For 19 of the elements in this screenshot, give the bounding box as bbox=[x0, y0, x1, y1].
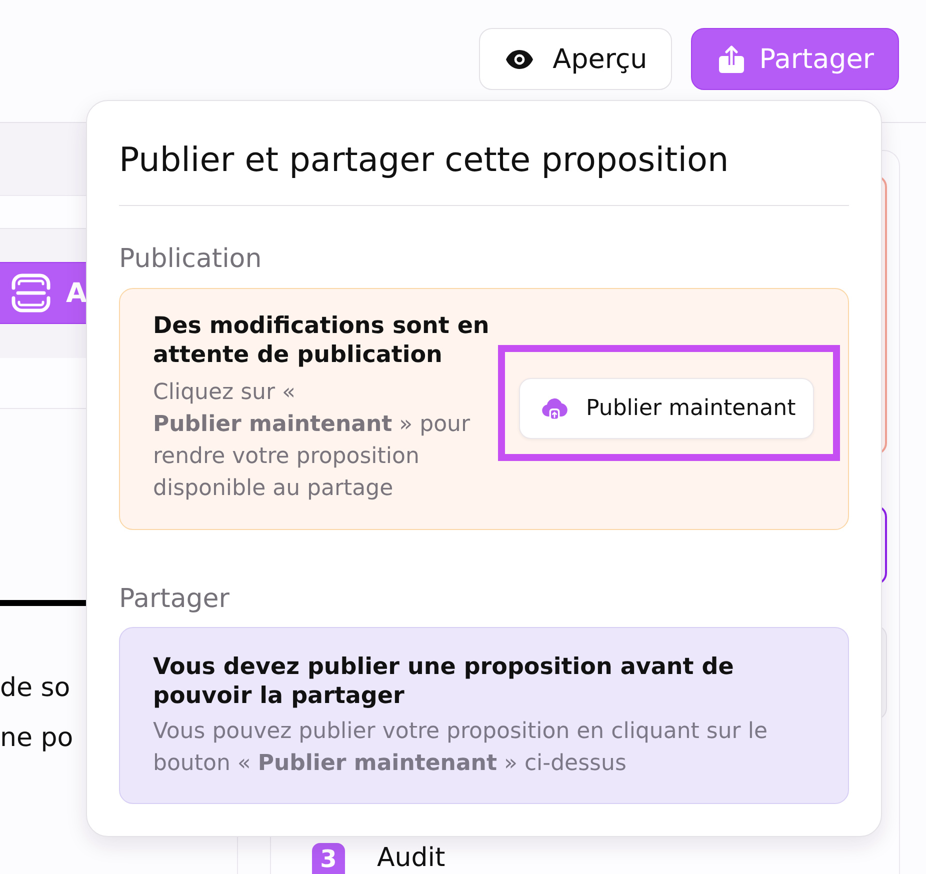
section-label: Partager bbox=[119, 583, 230, 615]
card-description: Cliquez sur « Publier maintenant » pour rendre votre proposition disponible au partage bbox=[153, 379, 472, 503]
body-text: ne po bbox=[0, 722, 74, 755]
body-text: de so bbox=[0, 672, 70, 705]
publish-button[interactable]: Publier maintenant bbox=[519, 378, 814, 439]
card-description: Vous pouvez publier votre proposition en cliquant sur le bouton « Publier maintenant » ci-dessus bbox=[153, 718, 768, 778]
step-label: Audit bbox=[377, 843, 446, 874]
cloud-upload-icon bbox=[541, 396, 568, 420]
eye-icon bbox=[506, 50, 533, 68]
scan-icon bbox=[11, 273, 51, 313]
card-heading: Vous devez publier une proposition avant de pouvoir la partager bbox=[153, 653, 735, 711]
share-button[interactable]: Partager bbox=[691, 28, 899, 90]
popover-title: Publier et partager cette proposition bbox=[119, 140, 730, 180]
action-button[interactable]: A bbox=[0, 262, 88, 324]
section-label: Publication bbox=[119, 243, 263, 275]
preview-button[interactable]: Aperçu bbox=[478, 28, 672, 90]
share-icon bbox=[718, 45, 746, 73]
step-number: 3 bbox=[312, 843, 345, 874]
card-heading: Des modifications sont en attente de publication bbox=[153, 312, 490, 370]
